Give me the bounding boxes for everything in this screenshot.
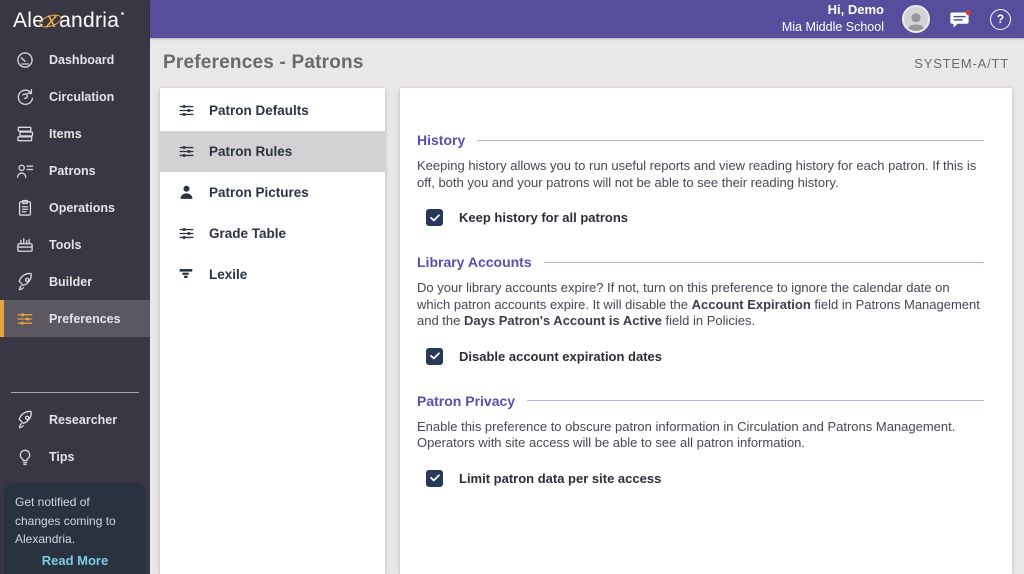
section-rule [543,261,984,263]
update-notice: Get notified of changes coming to Alexan… [4,483,146,574]
checkmark-icon [429,213,440,221]
circulation-icon [15,87,35,107]
sidebar-item-dashboard[interactable]: Dashboard [0,41,150,78]
section-title: Library Accounts [417,254,532,270]
section-rule [477,139,984,141]
subnav-item-label: Grade Table [209,226,287,241]
section-description: Enable this preference to obscure patron… [417,418,956,451]
subnav-item-patron-pictures[interactable]: Patron Pictures [160,172,385,213]
help-icon[interactable]: ? [990,8,1011,30]
content-area: Patron Defaults Patron Rules Patron Pict… [150,88,1024,574]
sidebar-item-label: Items [49,126,82,141]
section-description: Keeping history allows you to run useful… [417,158,977,190]
section-header: Patron Privacy [417,393,984,409]
subnav-item-label: Patron Rules [209,144,293,159]
sidebar-item-label: Preferences [49,311,121,326]
checkbox-row: Limit patron data per site access [426,469,984,487]
sidebar-item-researcher[interactable]: Researcher [0,401,150,438]
subnav-item-grade-table[interactable]: Grade Table [160,213,385,254]
subnav-item-label: Lexile [209,267,248,282]
sidebar-item-items[interactable]: Items [0,115,150,152]
sliders-icon [177,142,196,161]
sidebar-item-label: Dashboard [49,52,115,67]
checkbox-label[interactable]: Limit patron data per site access [459,471,661,486]
sidebar-item-label: Circulation [49,89,115,104]
page-title: Preferences - Patrons [163,52,364,73]
main-column: Hi, Demo Mia Middle School ? Preferences… [150,0,1024,574]
sidebar-item-label: Researcher [49,412,118,427]
site-name: Mia Middle School [781,20,884,35]
topbar: Hi, Demo Mia Middle School ? [150,0,1024,38]
section-patron-privacy: Patron Privacy Enable this preference to… [417,393,984,487]
preferences-subnav: Patron Defaults Patron Rules Patron Pict… [160,88,385,574]
gauge-icon [15,50,35,70]
researcher-rocket-icon [15,410,35,430]
user-avatar[interactable] [902,5,930,33]
section-library-accounts: Library Accounts Do your library account… [417,254,984,365]
section-history: History Keeping history allows you to ru… [417,132,984,226]
patron-rules-panel: History Keeping history allows you to ru… [400,88,1012,574]
sidebar-item-circulation[interactable]: Circulation [0,78,150,115]
section-title: History [417,132,466,148]
sliders-icon [177,101,196,120]
sidebar-item-tips[interactable]: Tips [0,438,150,475]
messages-icon[interactable] [948,8,972,30]
sliders-icon [177,224,196,243]
subnav-item-label: Patron Defaults [209,103,309,118]
subnav-item-patron-rules[interactable]: Patron Rules [160,131,385,172]
system-label: SYSTEM-A/TT [914,55,1009,71]
sidebar-item-builder[interactable]: Builder [0,263,150,300]
greeting-text: Hi, Demo [827,2,884,18]
lightbulb-icon [15,447,35,467]
builder-rocket-icon [15,272,35,292]
patrons-icon [15,161,35,181]
read-more-link[interactable]: Read More [15,553,135,568]
main-sidebar: Alexandria Dashboard Circulation Items [0,0,150,574]
checkbox-label[interactable]: Keep history for all patrons [459,210,628,225]
sidebar-item-tools[interactable]: Tools [0,226,150,263]
section-header: Library Accounts [417,254,984,270]
checkbox-row: Keep history for all patrons [426,209,984,226]
titlebar: Preferences - Patrons SYSTEM-A/TT [150,38,1024,88]
section-description: Do your library accounts expire? If not,… [417,280,980,328]
checkmark-icon [429,474,440,482]
alexandria-logo: Ale x andria [0,0,150,41]
trademark-dot [121,12,125,15]
section-title: Patron Privacy [417,392,516,409]
app-window: Alexandria Dashboard Circulation Items [0,0,1024,574]
limit-patron-data-checkbox[interactable] [426,469,443,487]
sidebar-item-label: Tools [49,237,82,252]
toolbox-icon [15,235,35,255]
sidebar-item-preferences[interactable]: Preferences [0,300,150,337]
sidebar-item-label: Patrons [49,163,96,178]
logo-text-post: andria [59,8,120,32]
section-rule [527,400,984,401]
section-header: History [417,132,984,148]
notice-text: Get notified of changes coming to Alexan… [15,495,116,547]
user-greeting: Hi, Demo Mia Middle School [782,2,884,35]
lexile-podium-icon [177,265,196,284]
notification-dot [965,10,971,16]
sidebar-item-operations[interactable]: Operations [0,189,150,226]
checkbox-row: Disable account expiration dates [426,347,984,365]
sidebar-item-label: Builder [49,274,93,289]
logo-swirl-x: x [46,8,58,32]
sidebar-item-patrons[interactable]: Patrons [0,152,150,189]
keep-history-checkbox[interactable] [426,209,443,226]
person-icon [177,183,196,202]
sidebar-divider [11,392,139,394]
sidebar-item-label: Operations [49,200,115,215]
subnav-item-label: Patron Pictures [209,185,309,200]
books-icon [15,124,35,144]
clipboard-icon [15,198,35,218]
checkmark-icon [429,352,440,360]
sliders-icon [15,309,35,329]
subnav-item-lexile[interactable]: Lexile [160,254,385,295]
disable-expiration-checkbox[interactable] [426,347,443,365]
subnav-item-patron-defaults[interactable]: Patron Defaults [160,90,385,131]
sidebar-item-label: Tips [49,449,75,464]
checkbox-label[interactable]: Disable account expiration dates [459,349,662,364]
